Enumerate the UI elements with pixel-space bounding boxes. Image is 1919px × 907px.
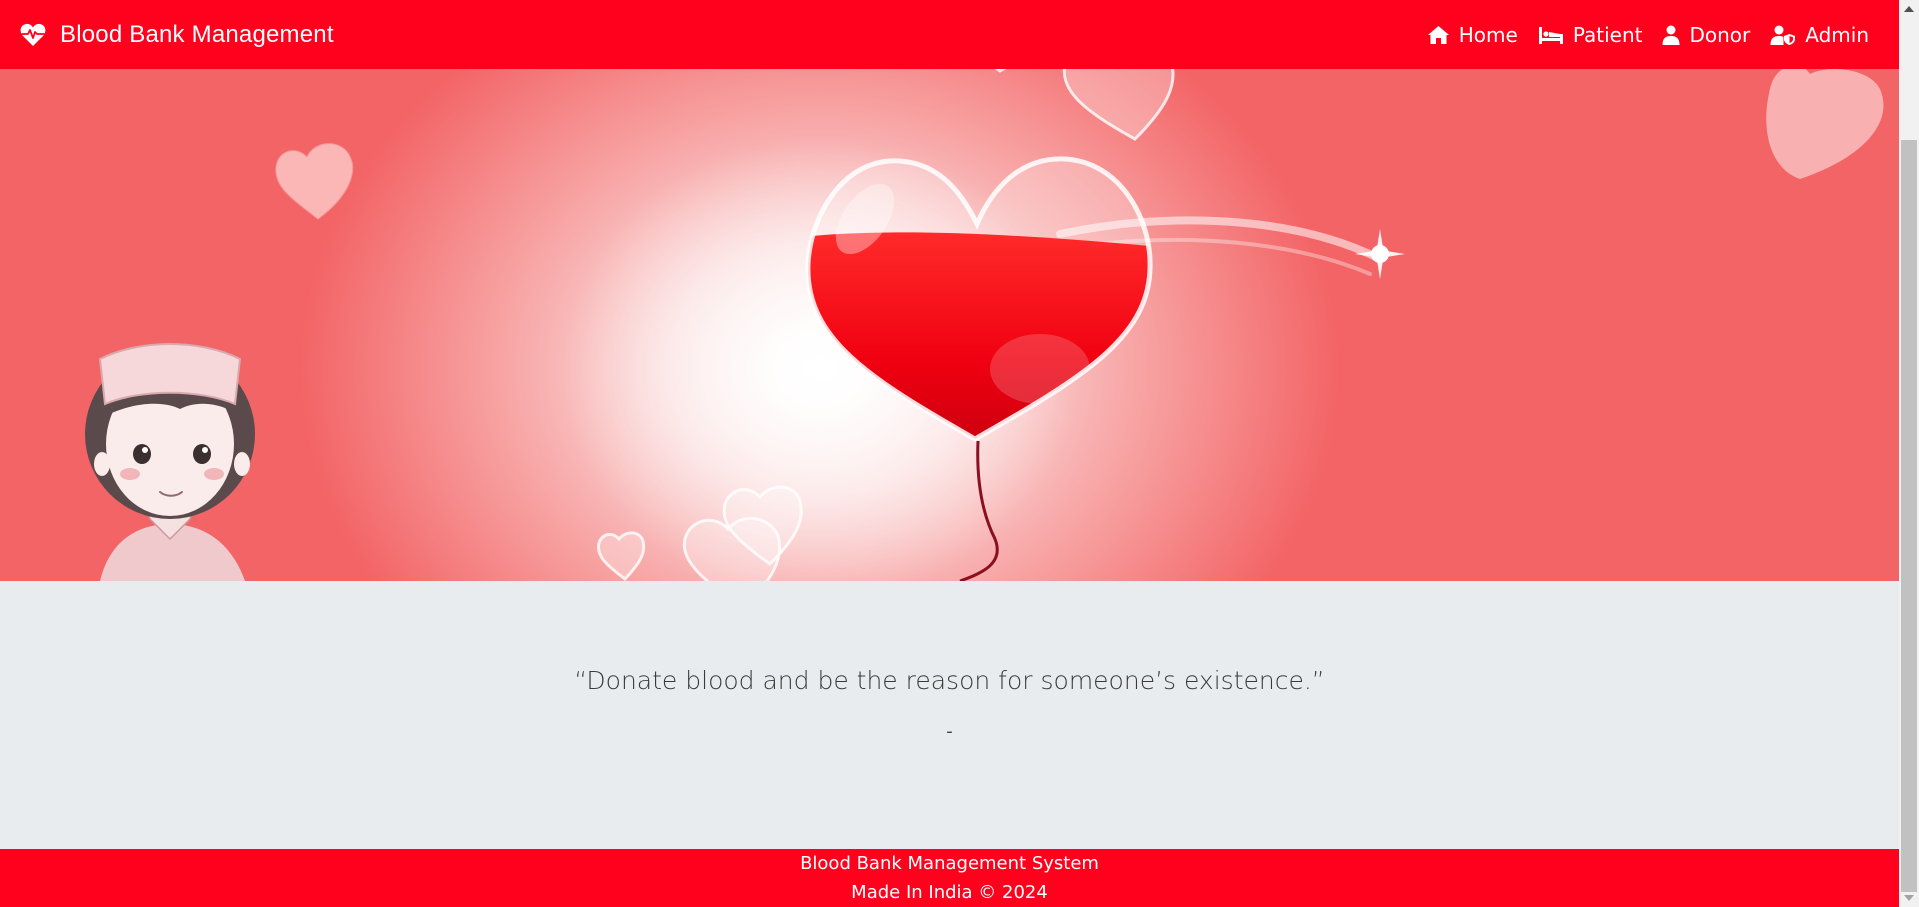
nav-home-label: Home [1458,22,1518,47]
user-shield-icon [1770,25,1796,45]
brand-link[interactable]: Blood Bank Management [20,21,334,49]
user-icon [1662,25,1680,45]
scroll-up-arrow-icon[interactable] [1904,6,1914,12]
quote-section: “Donate blood and be the reason for some… [0,581,1899,849]
bed-icon [1538,25,1564,45]
heart-pulse-icon [20,23,46,47]
pink-heart-right [1766,69,1884,179]
navbar: Blood Bank Management Home Patient Donor… [0,0,1899,69]
page: Blood Bank Management Home Patient Donor… [0,0,1919,907]
quote-author: - [946,721,953,742]
nav-home[interactable]: Home [1427,23,1518,47]
nav-admin[interactable]: Admin [1770,23,1869,47]
nav-donor-label: Donor [1689,22,1751,47]
brand-title: Blood Bank Management [60,20,334,48]
scrollbar-thumb[interactable] [1901,140,1917,892]
hero-illustration [85,69,1884,581]
scroll-down-arrow-icon[interactable] [1904,895,1914,901]
pink-heart-left [275,143,353,220]
nav-links: Home Patient Donor Admin [1427,23,1879,47]
footer: Blood Bank Management System Made In Ind… [0,849,1899,907]
footer-title: Blood Bank Management System [800,853,1099,874]
nav-patient-label: Patient [1572,22,1643,47]
nav-patient[interactable]: Patient [1538,22,1643,47]
quote-text: “Donate blood and be the reason for some… [574,666,1325,695]
nurse-illustration [85,343,255,581]
hero-banner [0,69,1899,581]
home-icon [1427,25,1450,45]
nav-admin-label: Admin [1805,22,1869,47]
footer-copyright: Made In India © 2024 [851,882,1048,903]
vertical-scrollbar[interactable] [1899,0,1919,907]
nav-donor[interactable]: Donor [1662,23,1750,47]
